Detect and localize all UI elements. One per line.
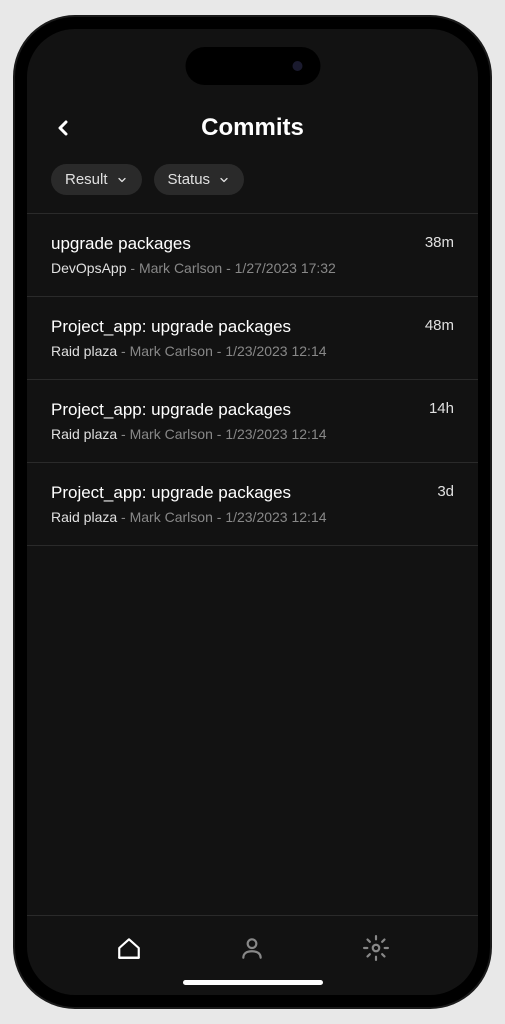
home-icon xyxy=(116,935,142,961)
user-icon xyxy=(239,935,265,961)
page-title: Commits xyxy=(27,114,478,142)
commit-title: Project_app: upgrade packages xyxy=(51,317,409,337)
commit-content: Project_app: upgrade packages Raid plaza… xyxy=(51,317,409,359)
filter-bar: Result Status xyxy=(27,152,478,214)
commit-project: Raid plaza xyxy=(51,426,117,442)
commit-author: Mark Carlson xyxy=(130,509,213,525)
commit-project: Raid plaza xyxy=(51,509,117,525)
commit-meta: Raid plaza - Mark Carlson - 1/23/2023 12… xyxy=(51,509,421,525)
commit-item[interactable]: upgrade packages DevOpsApp - Mark Carlso… xyxy=(27,214,478,297)
commit-item[interactable]: Project_app: upgrade packages Raid plaza… xyxy=(27,297,478,380)
home-indicator[interactable] xyxy=(183,980,323,985)
filter-result[interactable]: Result xyxy=(51,164,142,195)
chevron-down-icon xyxy=(116,174,128,186)
commit-author: Mark Carlson xyxy=(130,426,213,442)
commit-item[interactable]: Project_app: upgrade packages Raid plaza… xyxy=(27,380,478,463)
commit-separator: - xyxy=(213,426,225,442)
commit-title: upgrade packages xyxy=(51,234,409,254)
commit-age: 48m xyxy=(425,317,454,334)
commit-separator: - xyxy=(117,343,129,359)
commit-separator: - xyxy=(117,509,129,525)
dynamic-island xyxy=(185,47,320,85)
commit-project: Raid plaza xyxy=(51,343,117,359)
commit-timestamp: 1/27/2023 17:32 xyxy=(235,260,336,276)
commit-item[interactable]: Project_app: upgrade packages Raid plaza… xyxy=(27,463,478,546)
back-button[interactable] xyxy=(51,116,75,140)
bottom-nav xyxy=(27,915,478,972)
gear-icon xyxy=(363,935,389,961)
commit-separator: - xyxy=(222,260,234,276)
nav-settings[interactable] xyxy=(362,934,390,962)
phone-frame: Commits Result Status upgrade packages xyxy=(15,17,490,1007)
commit-title: Project_app: upgrade packages xyxy=(51,483,421,503)
commit-list[interactable]: upgrade packages DevOpsApp - Mark Carlso… xyxy=(27,214,478,915)
commit-meta: Raid plaza - Mark Carlson - 1/23/2023 12… xyxy=(51,426,413,442)
commit-age: 38m xyxy=(425,234,454,251)
commit-content: Project_app: upgrade packages Raid plaza… xyxy=(51,483,421,525)
chevron-down-icon xyxy=(218,174,230,186)
commit-age: 3d xyxy=(437,483,454,500)
commit-author: Mark Carlson xyxy=(130,343,213,359)
commit-age: 14h xyxy=(429,400,454,417)
commit-separator: - xyxy=(213,509,225,525)
commit-title: Project_app: upgrade packages xyxy=(51,400,413,420)
commit-meta: Raid plaza - Mark Carlson - 1/23/2023 12… xyxy=(51,343,409,359)
commit-separator: - xyxy=(213,343,225,359)
commit-project: DevOpsApp xyxy=(51,260,126,276)
commit-timestamp: 1/23/2023 12:14 xyxy=(225,509,326,525)
commit-content: upgrade packages DevOpsApp - Mark Carlso… xyxy=(51,234,409,276)
filter-label: Status xyxy=(168,171,211,188)
chevron-left-icon xyxy=(51,115,75,141)
phone-screen: Commits Result Status upgrade packages xyxy=(27,29,478,995)
nav-home[interactable] xyxy=(115,934,143,962)
filter-status[interactable]: Status xyxy=(154,164,245,195)
commit-separator: - xyxy=(117,426,129,442)
commit-meta: DevOpsApp - Mark Carlson - 1/27/2023 17:… xyxy=(51,260,409,276)
commit-content: Project_app: upgrade packages Raid plaza… xyxy=(51,400,413,442)
commit-timestamp: 1/23/2023 12:14 xyxy=(225,426,326,442)
commit-timestamp: 1/23/2023 12:14 xyxy=(225,343,326,359)
commit-separator: - xyxy=(126,260,138,276)
commit-author: Mark Carlson xyxy=(139,260,222,276)
filter-label: Result xyxy=(65,171,108,188)
nav-profile[interactable] xyxy=(238,934,266,962)
